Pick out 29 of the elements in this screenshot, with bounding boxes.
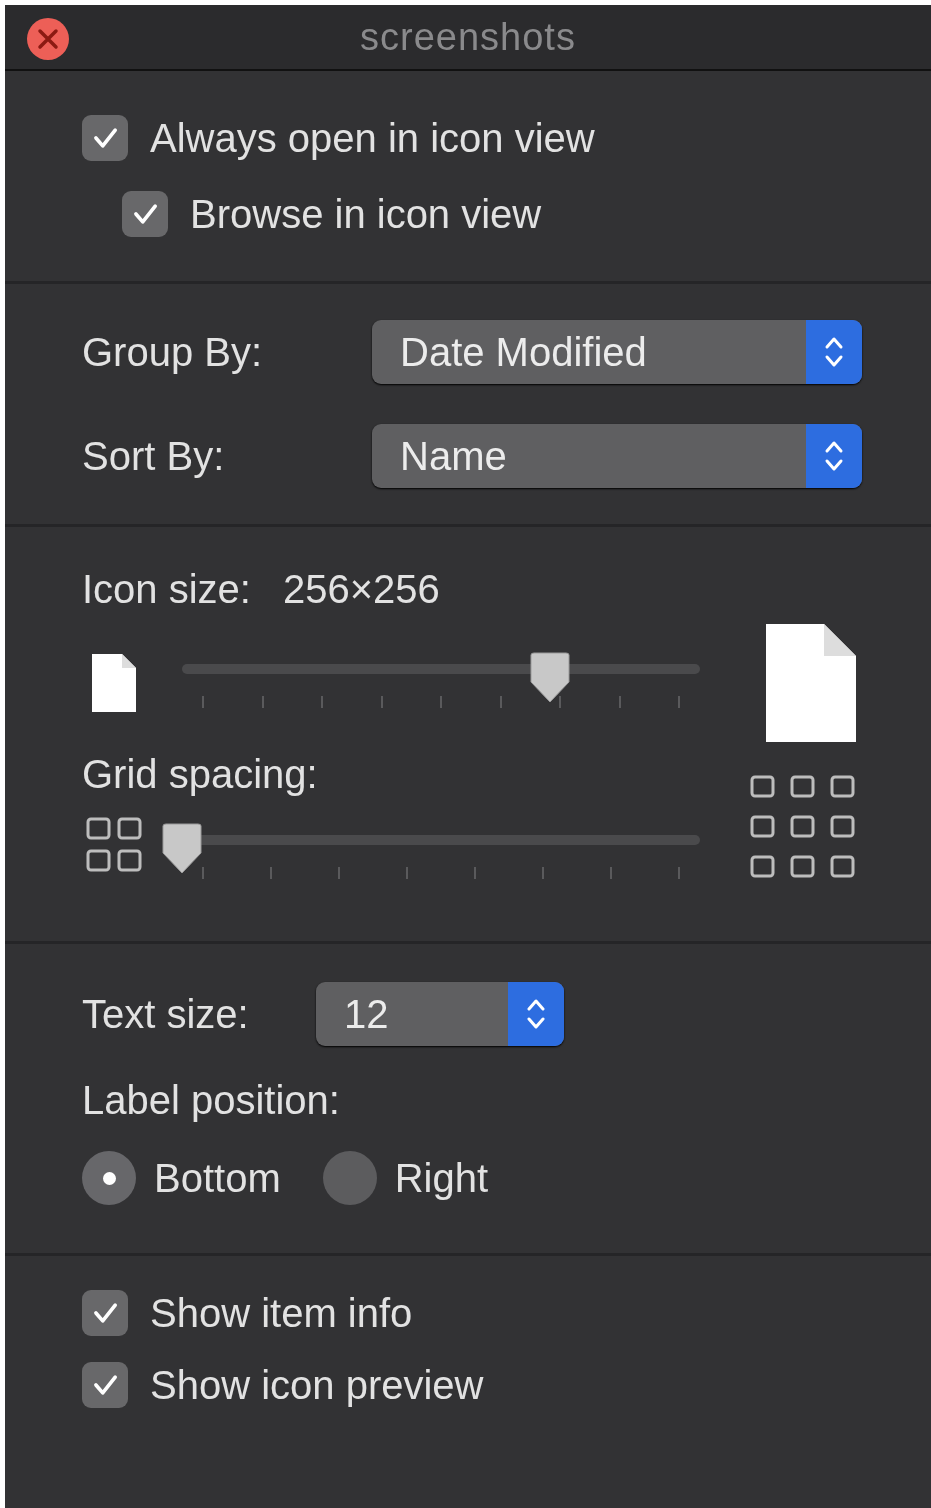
group-label: Label position:	[82, 1078, 341, 1123]
slider-label: Icon size:	[82, 567, 251, 612]
field-label: Group By:	[82, 329, 264, 375]
checkbox[interactable]	[82, 115, 128, 161]
popup-menu[interactable]: Date Modified	[372, 320, 862, 384]
checkbox[interactable]	[82, 1362, 128, 1408]
checkbox-label: Browse in icon view	[190, 191, 542, 237]
slider-thumb[interactable]	[159, 823, 205, 875]
checkbox-label: Always open in icon view	[150, 115, 595, 161]
window-title: screenshots	[360, 15, 576, 59]
popup-menu[interactable]: 12	[316, 982, 564, 1046]
radio-button[interactable]	[82, 1151, 136, 1205]
checkbox[interactable]	[82, 1290, 128, 1336]
size-reading: 256×256	[282, 567, 440, 612]
popup-menu[interactable]: Name	[372, 424, 862, 488]
small-grid-icon	[86, 817, 142, 873]
radio-label: Bottom	[154, 1155, 281, 1201]
radio-label: Right	[394, 1155, 489, 1201]
checkbox-label: Show item info	[150, 1290, 413, 1336]
slider-label: Grid spacing:	[82, 752, 319, 797]
field-label: Text size:	[82, 991, 250, 1037]
close-button[interactable]	[26, 17, 70, 61]
small-document-icon	[92, 654, 136, 712]
field-label: Sort By:	[82, 433, 226, 479]
checkbox[interactable]	[122, 191, 168, 237]
checkbox-label: Show icon preview	[150, 1362, 484, 1408]
large-grid-icon	[750, 775, 856, 881]
large-document-icon	[766, 624, 856, 742]
radio-button[interactable]	[322, 1151, 377, 1205]
